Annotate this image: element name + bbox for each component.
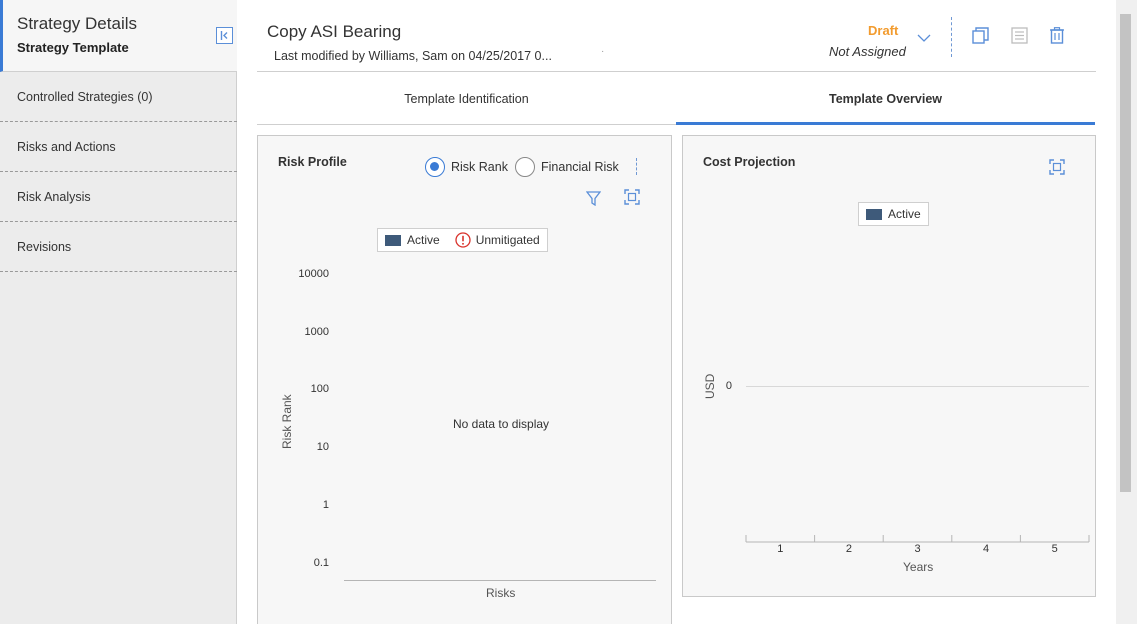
x-tick-label: 5 (1051, 543, 1058, 555)
main-content: Copy ASI Bearing Last modified by Willia… (237, 0, 1116, 624)
radio-financial-risk-label: Financial Risk (541, 160, 619, 174)
risk-profile-panel: Risk Profile Risk Rank Financial Risk Ac… (257, 135, 672, 624)
radio-financial-risk[interactable]: Financial Risk (515, 157, 619, 177)
last-modified-text: Last modified by Williams, Sam on 04/25/… (274, 49, 552, 63)
header-divider (951, 17, 952, 57)
assignment-status: Not Assigned (829, 44, 906, 59)
y-tick-label: 1000 (304, 326, 329, 338)
legend-active-label: Active (407, 233, 440, 247)
collapse-sidebar-button[interactable] (216, 27, 233, 44)
page-title: Copy ASI Bearing (267, 22, 402, 41)
x-axis-line (344, 580, 656, 581)
x-tick-label: 3 (914, 543, 921, 555)
list-icon (1011, 27, 1028, 44)
y-tick-label: 10000 (298, 268, 329, 280)
radio-selected-icon (425, 157, 445, 177)
legend-unmitigated-label: Unmitigated (475, 233, 540, 247)
y-tick-label: 10 (316, 441, 329, 453)
x-axis-title: Risks (486, 586, 516, 600)
radio-risk-rank-label: Risk Rank (451, 160, 508, 174)
scroll-thumb[interactable] (1120, 14, 1131, 492)
trash-icon[interactable] (1049, 27, 1065, 44)
status-badge: Draft (868, 23, 899, 38)
y-tick-label: 1 (322, 499, 329, 511)
legend-item-unmitigated: Unmitigated (455, 232, 540, 248)
chevron-down-icon[interactable] (917, 33, 931, 43)
active-swatch-icon (866, 208, 882, 220)
radio-risk-rank[interactable]: Risk Rank (425, 157, 508, 177)
sidebar-item-revisions[interactable]: Revisions (0, 222, 237, 272)
zero-gridline (746, 386, 1089, 387)
sidebar-subtitle: Strategy Template (17, 40, 129, 55)
dot-mark: · (601, 46, 605, 57)
cost-projection-panel: Cost Projection Active USD 0 12345 Years (682, 135, 1096, 597)
collapse-left-icon (220, 31, 228, 40)
expand-icon[interactable] (1049, 159, 1065, 175)
scrollbar[interactable] (1116, 0, 1137, 624)
sidebar-item-risk-analysis[interactable]: Risk Analysis (0, 172, 237, 222)
expand-icon[interactable] (624, 189, 640, 205)
sidebar-item-controlled-strategies[interactable]: Controlled Strategies (0) (0, 72, 237, 122)
x-tick-label: 1 (777, 543, 784, 555)
x-tick-label: 2 (845, 543, 852, 555)
radio-unselected-icon (515, 157, 535, 177)
x-tick-label: 4 (983, 543, 990, 555)
legend-item-active: Active (866, 207, 921, 221)
alert-circle-icon (455, 232, 471, 248)
sidebar-title: Strategy Details (17, 14, 137, 33)
panel-divider (636, 158, 637, 175)
sidebar-header: Strategy Details Strategy Template (0, 0, 237, 72)
sidebar: Strategy Details Strategy Template Contr… (0, 0, 237, 624)
copy-icon[interactable] (972, 27, 989, 44)
y-axis-title: Risk Rank (280, 394, 294, 449)
active-swatch-icon (385, 234, 401, 246)
x-axis-title: Years (903, 560, 934, 574)
legend-item-active: Active (385, 233, 440, 247)
cost-projection-legend: Active (858, 202, 929, 226)
y-tick-label: 100 (310, 383, 329, 395)
y-tick-label: 0.1 (313, 557, 329, 569)
cost-projection-title: Cost Projection (703, 155, 796, 169)
risk-profile-title: Risk Profile (278, 155, 347, 169)
legend-active-label: Active (888, 207, 921, 221)
tab-template-identification[interactable]: Template Identification (257, 72, 676, 125)
tab-template-overview[interactable]: Template Overview (676, 72, 1095, 125)
y-tick-label: 0 (725, 380, 732, 392)
risk-profile-legend: Active Unmitigated (377, 228, 548, 252)
filter-icon[interactable] (586, 191, 601, 206)
sidebar-item-risks-and-actions[interactable]: Risks and Actions (0, 122, 237, 172)
no-data-message: No data to display (453, 417, 550, 431)
